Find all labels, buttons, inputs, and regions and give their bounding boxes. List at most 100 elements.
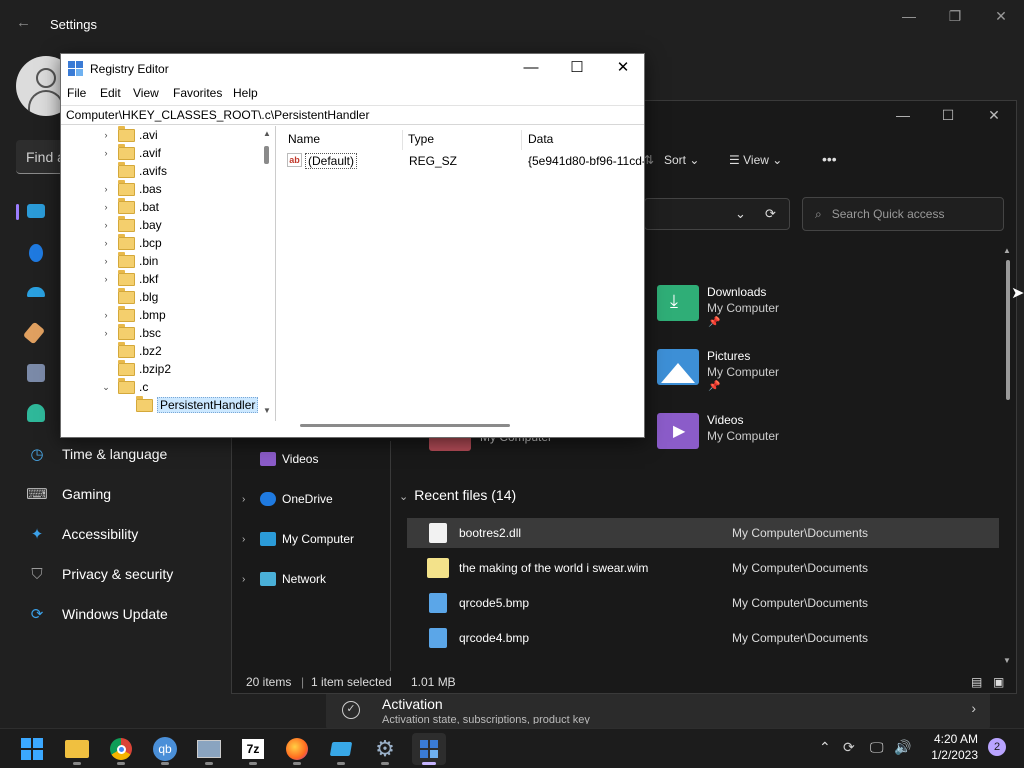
list-horizontal-scrollbar[interactable]: [300, 424, 510, 427]
address-bar[interactable]: ⌄ ⟳: [644, 198, 790, 230]
tree-item[interactable]: › .avi: [100, 126, 158, 144]
menu-edit[interactable]: Edit: [100, 86, 121, 100]
clock[interactable]: 4:20 AM 1/2/2023: [931, 731, 978, 763]
recent-file-row[interactable]: qrcode4.bmp My Computer\Documents: [407, 623, 999, 653]
close-icon[interactable]: ✕: [987, 8, 1015, 25]
chevron-down-icon[interactable]: ⌄: [735, 206, 746, 222]
nav-item-my-computer[interactable]: › My Computer: [242, 529, 354, 549]
expand-chevron-icon[interactable]: ›: [100, 238, 112, 248]
column-divider[interactable]: [402, 130, 403, 150]
nav-privacy-security[interactable]: ⛉ Privacy & security: [16, 556, 226, 592]
tree-item[interactable]: › .bas: [100, 179, 162, 198]
tree-item[interactable]: .avifs: [100, 161, 167, 180]
view-button[interactable]: ☰ View ⌄: [729, 153, 782, 167]
tree-scrollbar[interactable]: ▲ ▼: [260, 126, 274, 421]
tree-item[interactable]: .bz2: [100, 341, 162, 360]
column-data[interactable]: Data: [528, 132, 553, 146]
activation-card[interactable]: ✓ Activation Activation state, subscript…: [326, 690, 990, 730]
scrollbar-thumb[interactable]: [264, 146, 269, 164]
tree-item[interactable]: › .bmp: [100, 305, 166, 324]
nav-windows-update[interactable]: ⟳ Windows Update: [16, 596, 226, 632]
sort-button[interactable]: Sort ⌄: [664, 153, 699, 167]
scroll-up-icon[interactable]: ▲: [263, 129, 271, 138]
column-type[interactable]: Type: [408, 132, 434, 146]
scroll-up-icon[interactable]: ▲: [1003, 246, 1011, 255]
close-icon[interactable]: ✕: [600, 54, 646, 84]
apps-icon[interactable]: [27, 364, 45, 382]
scrollbar-thumb[interactable]: [1006, 260, 1010, 400]
menu-favorites[interactable]: Favorites: [173, 86, 222, 100]
more-options-button[interactable]: •••: [822, 151, 837, 167]
system-icon[interactable]: [27, 204, 45, 218]
expand-chevron-icon[interactable]: ›: [100, 220, 112, 230]
recent-file-row[interactable]: bootres2.dll My Computer\Documents: [407, 518, 999, 548]
chrome-button[interactable]: [104, 733, 138, 765]
details-view-icon[interactable]: ▤: [971, 675, 982, 689]
tiles-view-icon[interactable]: ▣: [993, 675, 1004, 689]
tree-item[interactable]: › .bsc: [100, 323, 161, 342]
minimize-icon[interactable]: —: [895, 8, 923, 24]
file-explorer-button[interactable]: [60, 733, 94, 765]
tree-item[interactable]: › .bin: [100, 251, 158, 270]
nav-time-language[interactable]: ◷ Time & language: [16, 436, 226, 472]
nav-item-network[interactable]: › Network: [242, 569, 326, 589]
vertical-scrollbar[interactable]: ▲ ▼: [1003, 246, 1011, 666]
expand-chevron-icon[interactable]: ›: [100, 148, 112, 158]
expand-chevron-icon[interactable]: ›: [100, 328, 112, 338]
expand-chevron-icon[interactable]: ›: [100, 274, 112, 284]
tree-item[interactable]: › .avif: [100, 143, 161, 162]
personalization-icon[interactable]: [22, 321, 46, 345]
volume-icon[interactable]: 🔊: [894, 739, 911, 756]
recent-files-header[interactable]: ⌄ Recent files (14): [399, 487, 516, 503]
nav-accessibility[interactable]: ✦ Accessibility: [16, 516, 226, 552]
sync-icon[interactable]: ⟳: [843, 739, 855, 756]
menu-help[interactable]: Help: [233, 86, 258, 100]
tree-item[interactable]: › .bcp: [100, 233, 162, 252]
column-divider[interactable]: [521, 130, 522, 150]
tree-item[interactable]: › .bay: [100, 215, 162, 234]
restore-icon[interactable]: ❐: [941, 8, 969, 25]
menu-file[interactable]: File: [67, 86, 86, 100]
tree-item[interactable]: › .bat: [100, 197, 159, 216]
nav-item-onedrive[interactable]: › OneDrive: [242, 489, 333, 509]
start-button[interactable]: [15, 733, 49, 765]
7zip-button[interactable]: 7z: [236, 733, 270, 765]
accounts-icon[interactable]: [27, 404, 45, 422]
settings-button[interactable]: ⚙: [368, 733, 402, 765]
minimize-icon[interactable]: —: [888, 107, 918, 123]
recent-file-row[interactable]: the making of the world i swear.wim My C…: [407, 553, 999, 583]
scroll-down-icon[interactable]: ▼: [1003, 656, 1011, 665]
maximize-icon[interactable]: ☐: [554, 54, 600, 84]
value-row[interactable]: ab (Default) REG_SZ {5e941d80-bf96-11cd-: [285, 152, 644, 170]
tree-item-selected[interactable]: PersistentHandler: [118, 395, 259, 414]
show-hidden-icons-chevron-icon[interactable]: ⌃: [819, 739, 831, 756]
expand-chevron-icon[interactable]: ›: [100, 256, 112, 266]
collapse-chevron-icon[interactable]: ⌄: [100, 382, 112, 393]
network-icon[interactable]: 🖵: [870, 739, 884, 756]
title-bar[interactable]: Registry Editor — ☐ ✕: [61, 54, 644, 84]
column-name[interactable]: Name: [288, 132, 320, 146]
nav-gaming[interactable]: ⌨ Gaming: [16, 476, 226, 512]
back-arrow-icon[interactable]: ←: [16, 14, 31, 31]
bluetooth-icon[interactable]: [29, 244, 43, 262]
menu-view[interactable]: View: [133, 86, 159, 100]
address-bar[interactable]: Computer\HKEY_CLASSES_ROOT\.c\Persistent…: [61, 105, 644, 125]
tree-item[interactable]: ⌄ .c: [100, 377, 148, 396]
recent-file-row[interactable]: qrcode5.bmp My Computer\Documents: [407, 588, 999, 618]
expand-chevron-icon[interactable]: ›: [100, 130, 112, 140]
wifi-icon[interactable]: [27, 287, 45, 297]
tree-item[interactable]: .bzip2: [100, 359, 171, 378]
explorer-search-input[interactable]: ⌕ Search Quick access: [802, 197, 1004, 231]
nav-item-videos[interactable]: Videos: [256, 449, 318, 469]
registry-editor-button[interactable]: [412, 733, 446, 765]
refresh-icon[interactable]: ⟳: [765, 206, 776, 222]
minimize-icon[interactable]: —: [508, 54, 554, 84]
firefox-button[interactable]: [280, 733, 314, 765]
tree-item[interactable]: › .bkf: [100, 269, 158, 288]
maximize-icon[interactable]: ☐: [933, 107, 963, 124]
scroll-down-icon[interactable]: ▼: [263, 406, 271, 415]
resource-monitor-button[interactable]: [192, 733, 226, 765]
expand-chevron-icon[interactable]: ›: [100, 184, 112, 194]
expand-chevron-icon[interactable]: ›: [100, 310, 112, 320]
app-button[interactable]: [324, 733, 358, 765]
